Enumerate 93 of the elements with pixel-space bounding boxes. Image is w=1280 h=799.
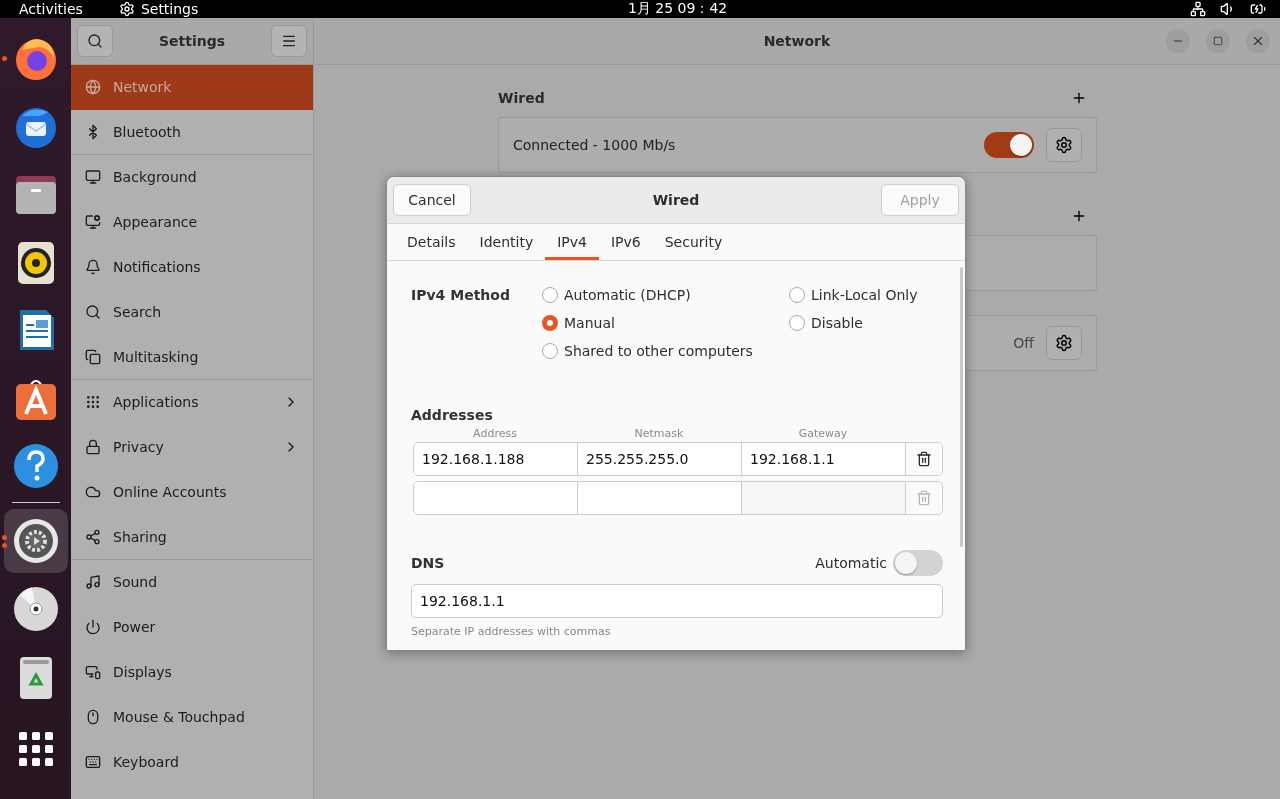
tab[interactable]: Security bbox=[652, 224, 735, 260]
radio-button[interactable] bbox=[542, 343, 558, 359]
input-field[interactable] bbox=[742, 482, 906, 514]
bell-icon bbox=[85, 259, 101, 275]
tab[interactable]: IPv4 bbox=[545, 224, 599, 260]
plus-icon bbox=[1071, 208, 1087, 224]
radio-label: Manual bbox=[564, 315, 615, 331]
lock-icon bbox=[85, 439, 101, 455]
sidebar-item[interactable]: Applications bbox=[71, 380, 313, 425]
radio-button[interactable] bbox=[542, 287, 558, 303]
running-dot bbox=[1, 543, 7, 548]
menu-icon bbox=[281, 33, 297, 49]
settings-button[interactable] bbox=[1046, 326, 1082, 360]
sidebar-item[interactable]: Power bbox=[71, 605, 313, 650]
maximize-icon bbox=[1213, 36, 1223, 46]
sidebar-item[interactable]: Search bbox=[71, 290, 313, 335]
radio-button[interactable] bbox=[789, 315, 805, 331]
sidebar-item[interactable]: Online Accounts bbox=[71, 470, 313, 515]
grid-icon bbox=[85, 394, 101, 410]
menu-button[interactable] bbox=[271, 25, 307, 57]
share-icon bbox=[85, 529, 101, 545]
connection-status: Off bbox=[1013, 335, 1034, 351]
app-grid-icon[interactable] bbox=[18, 732, 53, 766]
input-field[interactable] bbox=[414, 482, 578, 514]
delete-button[interactable] bbox=[906, 443, 941, 475]
globe-icon bbox=[85, 79, 101, 95]
display-icon bbox=[85, 664, 101, 680]
section-label: Addresses bbox=[411, 407, 494, 423]
dialog-title: Wired bbox=[652, 192, 700, 208]
column-header: Address bbox=[472, 427, 518, 440]
clock[interactable]: 1月 25 09：42 bbox=[628, 0, 728, 18]
search-icon bbox=[85, 304, 101, 320]
sidebar-item[interactable]: Sharing bbox=[71, 515, 313, 560]
sidebar-item[interactable]: Sound bbox=[71, 560, 313, 605]
battery-icon bbox=[1250, 1, 1266, 17]
power-icon bbox=[85, 619, 101, 635]
running-dot bbox=[1, 535, 7, 540]
hint-text: Separate IP addresses with commas bbox=[411, 625, 612, 638]
radio-label: Link-Local Only bbox=[811, 287, 918, 303]
music-note-icon bbox=[85, 574, 101, 590]
radio-label: Shared to other computers bbox=[564, 343, 753, 359]
sidebar-title: Settings bbox=[158, 33, 226, 49]
plus-icon bbox=[1071, 90, 1087, 106]
input-field[interactable]: 192.168.1.188 bbox=[414, 443, 578, 475]
connection-status: Connected - 1000 Mb/s bbox=[513, 137, 677, 153]
gear-icon bbox=[118, 1, 135, 17]
tab[interactable]: Identity bbox=[467, 224, 546, 260]
tab[interactable]: IPv6 bbox=[598, 224, 653, 260]
radio-button[interactable] bbox=[789, 287, 805, 303]
gear-icon bbox=[1055, 136, 1073, 154]
sidebar-item[interactable]: Displays bbox=[71, 650, 313, 695]
tab[interactable]: Details bbox=[395, 224, 468, 260]
sidebar-item[interactable]: Appearance bbox=[71, 200, 313, 245]
radio-label: Automatic (DHCP) bbox=[564, 287, 691, 303]
activities-button[interactable]: Activities bbox=[19, 1, 83, 17]
dns-field[interactable]: 192.168.1.1 bbox=[411, 584, 943, 618]
column-header: Gateway bbox=[797, 427, 849, 440]
search-button[interactable] bbox=[77, 25, 113, 57]
running-dot bbox=[1, 56, 7, 61]
sidebar-item[interactable]: Notifications bbox=[71, 245, 313, 290]
column-header: Netmask bbox=[633, 427, 685, 440]
gear-icon bbox=[1055, 334, 1073, 352]
cancel-button[interactable]: Cancel bbox=[393, 184, 471, 216]
search-icon bbox=[87, 33, 103, 49]
method-label: IPv4 Method bbox=[411, 287, 511, 305]
sidebar-item[interactable]: Background bbox=[71, 155, 313, 200]
windows-icon bbox=[85, 349, 101, 365]
sidebar-item[interactable]: Mouse & Touchpad bbox=[71, 695, 313, 740]
radio-label: Disable bbox=[811, 315, 863, 331]
cloud-icon bbox=[85, 484, 101, 500]
automatic-label: Automatic bbox=[815, 555, 887, 571]
radio-button[interactable] bbox=[542, 315, 558, 331]
disc-icon[interactable] bbox=[11, 585, 60, 633]
help-icon[interactable] bbox=[11, 442, 60, 490]
sidebar-item[interactable]: Privacy bbox=[71, 425, 313, 470]
gear-icon[interactable] bbox=[11, 517, 60, 565]
maximize-button[interactable] bbox=[1206, 29, 1230, 53]
sidebar-item[interactable]: Bluetooth bbox=[71, 110, 313, 155]
toggle-switch[interactable] bbox=[893, 550, 943, 576]
close-button[interactable] bbox=[1246, 29, 1270, 53]
monitor-icon bbox=[85, 169, 101, 185]
close-icon bbox=[1251, 34, 1265, 48]
sidebar-item[interactable]: Keyboard bbox=[71, 740, 313, 785]
section-title: Wired bbox=[498, 90, 545, 106]
toggle-switch[interactable] bbox=[984, 132, 1034, 158]
network-icon bbox=[1190, 1, 1206, 17]
window-title: Network bbox=[763, 33, 831, 49]
keyboard-icon bbox=[85, 754, 101, 770]
settings-button[interactable] bbox=[1046, 128, 1082, 162]
app-menu[interactable]: Settings bbox=[140, 1, 199, 17]
section-label: DNS bbox=[411, 555, 445, 571]
mouse-icon bbox=[85, 709, 101, 725]
sidebar-item[interactable]: Multitasking bbox=[71, 335, 313, 380]
